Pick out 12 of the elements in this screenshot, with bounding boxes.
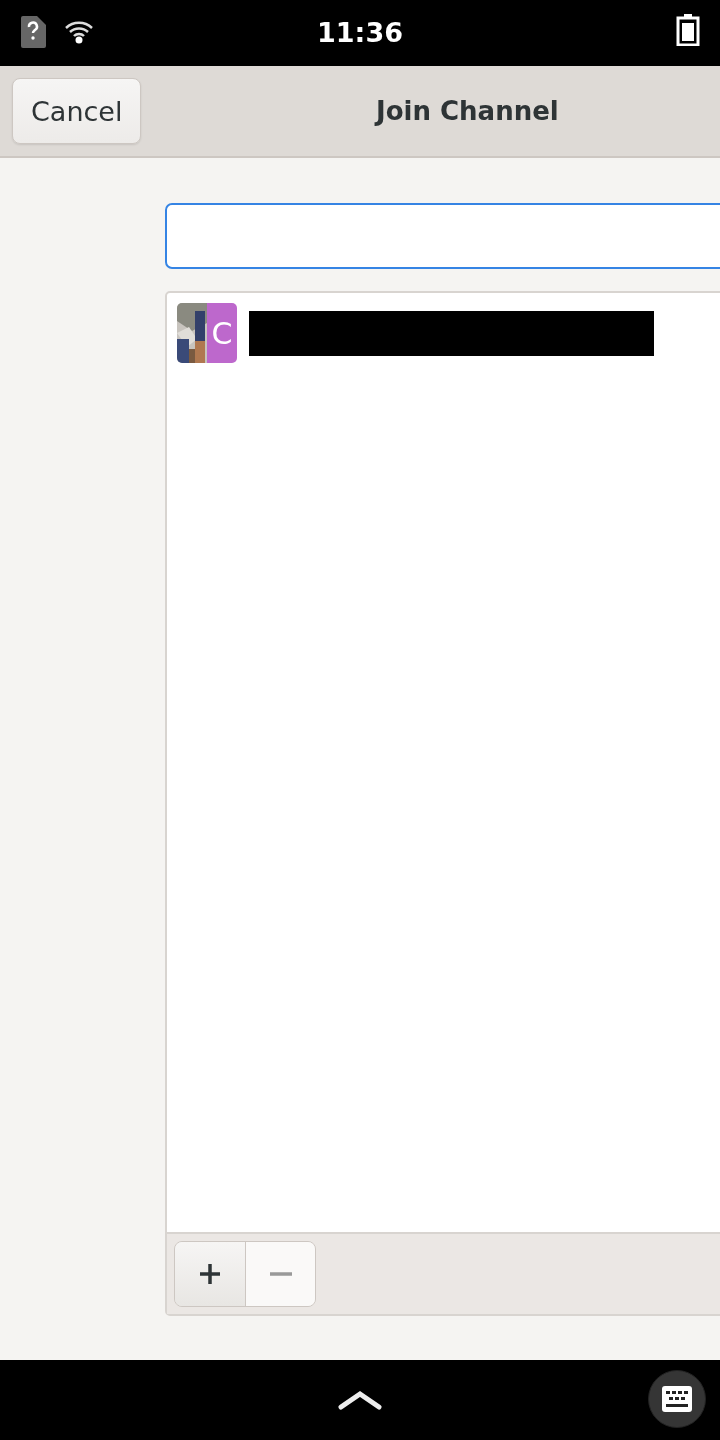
sim-card-unknown-icon xyxy=(20,16,46,48)
plus-icon xyxy=(199,1263,221,1285)
add-button[interactable] xyxy=(175,1242,245,1306)
cancel-button[interactable]: Cancel xyxy=(12,78,142,144)
chevron-up-icon[interactable] xyxy=(338,1390,382,1410)
keyboard-icon xyxy=(662,1386,692,1412)
clock-time: 11:36 xyxy=(317,16,403,48)
battery-icon xyxy=(676,14,700,46)
input-field[interactable] xyxy=(165,203,720,269)
minus-icon xyxy=(269,1272,292,1276)
wifi-icon xyxy=(64,20,94,44)
dialog-title: Join Channel xyxy=(376,96,559,126)
